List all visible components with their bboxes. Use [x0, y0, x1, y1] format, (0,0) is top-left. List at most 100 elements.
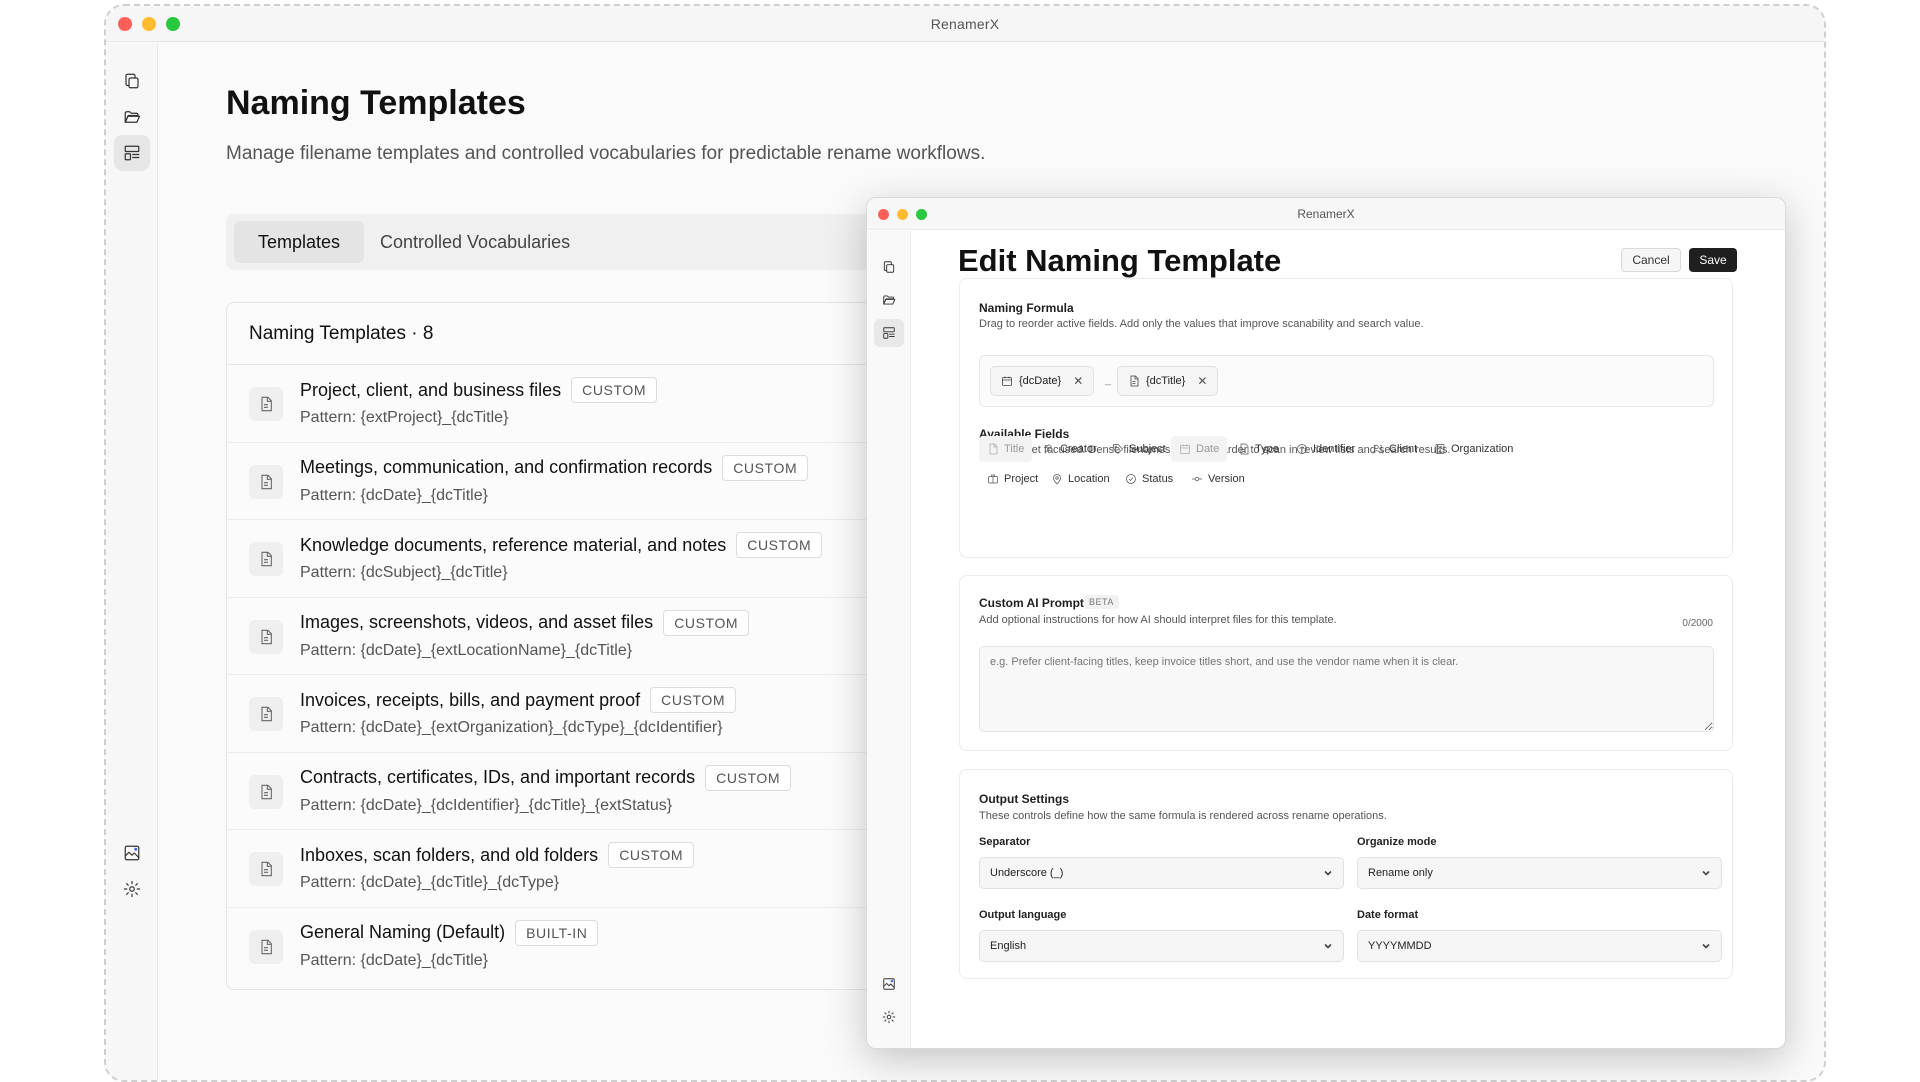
template-type-badge: CUSTOM	[650, 687, 737, 713]
available-field-date[interactable]: Date	[1171, 436, 1228, 462]
output-settings-description: These controls define how the same formu…	[979, 810, 1387, 822]
sidebar-item-rename[interactable]	[114, 63, 150, 99]
available-field-label: Version	[1208, 473, 1245, 485]
template-name: General Naming (Default)	[300, 922, 506, 942]
separator-value: Underscore (_)	[990, 867, 1064, 879]
available-field-label: Status	[1142, 473, 1174, 485]
cancel-button[interactable]: Cancel	[1621, 248, 1681, 272]
document-icon	[989, 443, 998, 455]
organize-mode-label: Organize mode	[1357, 836, 1437, 848]
separator-select[interactable]: Underscore (_)	[979, 857, 1344, 889]
tab-templates[interactable]: Templates	[234, 221, 365, 263]
layout-templates-icon	[124, 145, 140, 161]
folder-open-icon	[883, 295, 896, 305]
available-field-title[interactable]: Title	[979, 436, 1033, 462]
remove-chip-icon[interactable]: ✕	[1073, 374, 1083, 388]
template-name: Invoices, receipts, bills, and payment p…	[300, 689, 641, 710]
editor-sidebar-item-rename[interactable]	[874, 253, 904, 281]
available-field-label: Organization	[1451, 443, 1514, 455]
beta-badge: BETA	[1084, 595, 1119, 609]
template-type-badge: BUILT-IN	[515, 919, 599, 946]
remove-chip-icon[interactable]: ✕	[1197, 374, 1207, 388]
template-name-group: Inboxes, scan folders, and old folders CU…	[300, 842, 695, 868]
output-language-value: English	[990, 940, 1027, 952]
editor-window-title: RenamerX	[1297, 207, 1355, 221]
available-field-label: Title	[1004, 443, 1025, 455]
chevron-down-icon	[1701, 868, 1711, 878]
formula-chip-dctitle[interactable]: {dcTitle} ✕	[1117, 366, 1219, 396]
editor-sidebar-item-settings[interactable]	[874, 1003, 904, 1031]
save-button[interactable]: Save	[1689, 248, 1737, 272]
available-field-project[interactable]: Project	[979, 466, 1046, 492]
image-ai-icon	[883, 978, 895, 990]
editor-sidebar-item-folders[interactable]	[874, 286, 904, 314]
custom-ai-prompt-title: Custom AI Prompt	[979, 596, 1084, 610]
page-subtitle: Manage filename templates and controlled…	[226, 143, 986, 164]
document-icon	[249, 542, 283, 576]
template-type-badge: CUSTOM	[722, 454, 809, 481]
template-name: Knowledge documents, reference material,…	[300, 534, 727, 555]
template-type-badge: CUSTOM	[571, 377, 658, 403]
calendar-icon	[1002, 376, 1012, 386]
formula-chip-label: {dcDate}	[1019, 375, 1062, 387]
briefcase-icon	[988, 474, 998, 484]
character-counter: 0/2000	[1682, 618, 1713, 629]
available-field-status[interactable]: Status	[1117, 466, 1181, 492]
template-name: Project, client, and business files	[300, 379, 562, 400]
available-field-label: Project	[1004, 473, 1039, 485]
available-field-version[interactable]: Version	[1183, 466, 1253, 492]
editor-heading: Edit Naming Template	[958, 243, 1282, 278]
formula-chip-dcdate[interactable]: {dcDate} ✕	[990, 366, 1095, 396]
template-pattern: Pattern: {extProject}_{dcTitle}	[300, 409, 509, 426]
sidebar-item-templates[interactable]	[114, 135, 150, 171]
available-field-subject[interactable]: Subject	[1104, 436, 1174, 462]
template-name-group: Images, screenshots, videos, and asset f…	[300, 609, 750, 636]
available-field-creator[interactable]: Creator	[1035, 436, 1105, 462]
template-name: Meetings, communication, and confirmatio…	[300, 457, 713, 477]
template-type-badge: CUSTOM	[736, 532, 823, 558]
template-pattern: Pattern: {dcDate}_{extOrganization}_{dcT…	[300, 719, 723, 736]
date-format-value: YYYYMMDD	[1368, 940, 1432, 952]
document-icon	[249, 929, 283, 964]
editor-sidebar-item-templates[interactable]	[874, 319, 904, 347]
sidebar-item-folders[interactable]	[114, 99, 150, 135]
document-icon	[1130, 375, 1139, 387]
tab-controlled-vocabularies[interactable]: Controlled Vocabularies	[356, 221, 594, 263]
template-pattern: Pattern: {dcDate}_{dcTitle}_{dcType}	[300, 874, 560, 891]
copy-icon	[125, 73, 139, 89]
editor-sidebar-item-ai-images[interactable]	[874, 970, 904, 998]
formula-drop-area[interactable]: {dcDate} ✕ _ {dcTitle} ✕	[979, 355, 1714, 407]
document-icon	[249, 387, 283, 421]
date-format-select[interactable]: YYYYMMDD	[1357, 930, 1722, 962]
output-settings-panel: Output Settings These controls define ho…	[959, 769, 1733, 979]
available-field-identifier[interactable]: Identifier	[1288, 436, 1363, 462]
template-name-group: Project, client, and business files CUSTO…	[300, 377, 658, 403]
available-field-label: Subject	[1129, 443, 1166, 455]
output-language-select[interactable]: English	[979, 930, 1344, 962]
organize-mode-select[interactable]: Rename only	[1357, 857, 1722, 889]
template-name-group: General Naming (Default) BUILT-IN	[300, 919, 599, 946]
editor-content: Naming Formula Drag to reorder active fi…	[911, 278, 1785, 1048]
map-pin-icon	[1053, 474, 1061, 485]
template-name: Contracts, certificates, IDs, and import…	[300, 767, 696, 787]
window-title: RenamerX	[930, 16, 1000, 32]
available-field-client[interactable]: Client	[1364, 436, 1425, 462]
custom-ai-prompt-input[interactable]	[979, 646, 1714, 732]
formula-separator-mark: _	[1105, 374, 1112, 386]
gear-icon	[882, 1010, 896, 1024]
template-name-group: Knowledge documents, reference material,…	[300, 532, 823, 558]
naming-formula-panel: Naming Formula Drag to reorder active fi…	[959, 278, 1733, 558]
available-field-label: Location	[1068, 473, 1110, 485]
available-field-location[interactable]: Location	[1043, 466, 1118, 492]
template-name: Images, screenshots, videos, and asset f…	[300, 612, 654, 632]
date-format-label: Date format	[1357, 909, 1419, 921]
template-name-group: Contracts, certificates, IDs, and import…	[300, 764, 792, 791]
naming-formula-description: Drag to reorder active fields. Add only …	[979, 318, 1424, 330]
available-field-organization[interactable]: Organization	[1426, 436, 1521, 462]
image-ai-icon	[124, 845, 140, 861]
template-name-group: Invoices, receipts, bills, and payment p…	[300, 687, 737, 713]
available-field-type[interactable]: Type	[1230, 436, 1287, 462]
sidebar-item-ai-images[interactable]	[114, 835, 150, 871]
sidebar-item-settings[interactable]	[114, 871, 150, 907]
available-field-label: Identifier	[1313, 443, 1356, 455]
